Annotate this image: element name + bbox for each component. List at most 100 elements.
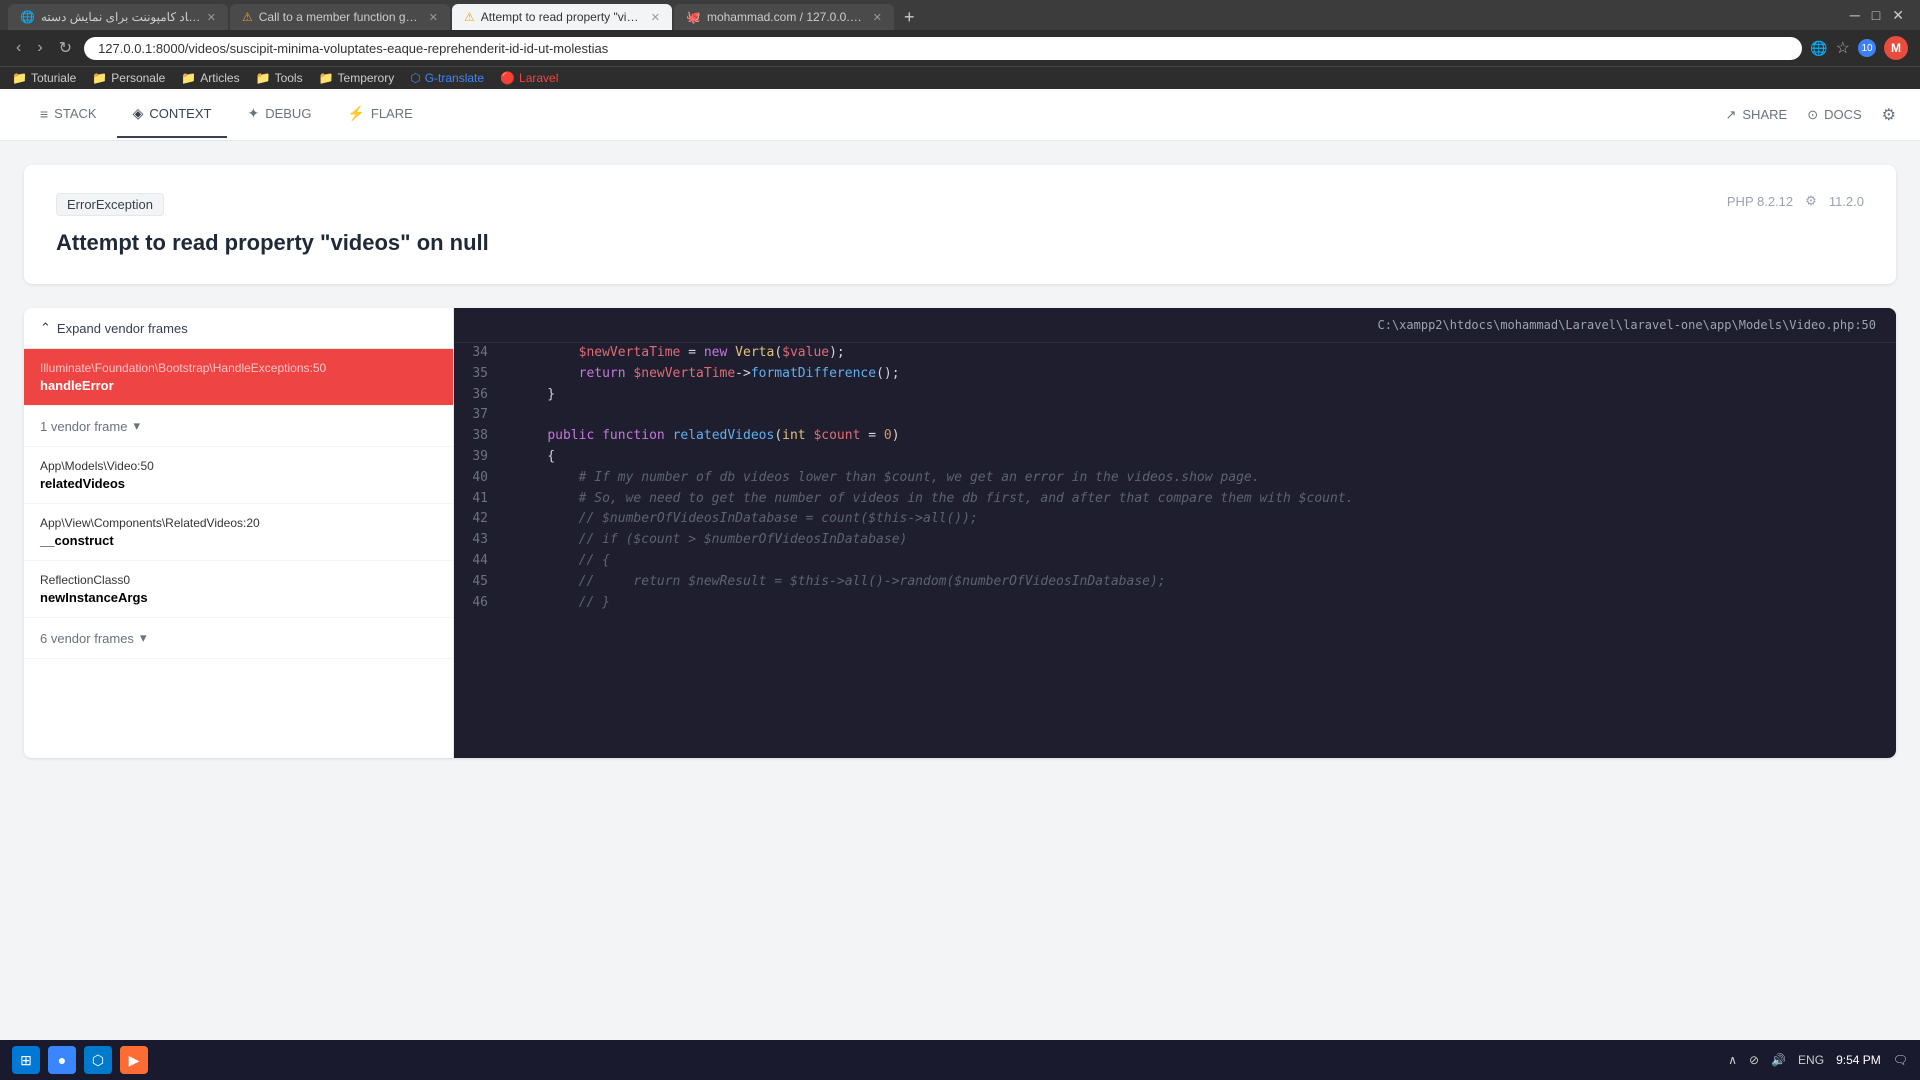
code-view: 34 $newVertaTime = new Verta($value); 35… [454,343,1896,613]
address-input[interactable] [84,37,1802,60]
nav-share-label: SHARE [1742,107,1787,122]
stack-item-4-path: App\View\Components\RelatedVideos:20 [40,516,437,530]
browser-tab-4[interactable]: 🐙 mohammad.com / 127.0.0.1 / la... ✕ [674,4,894,30]
code-line-35: 35 return $newVertaTime->formatDifferenc… [454,364,1896,385]
code-panel: C:\xampp2\htdocs\mohammad\Laravel\larave… [454,308,1896,758]
new-tab-button[interactable]: + [896,7,923,28]
laravel-version: 11.2.0 [1829,194,1864,209]
nav-flare-label: FLARE [371,106,413,121]
stack-item-3[interactable]: App\Models\Video:50 relatedVideos [24,447,453,504]
taskbar-notification-icon[interactable]: 🗨 [1893,1053,1908,1067]
bookmark-icon[interactable]: ☆ [1836,38,1850,58]
profile-icon[interactable]: M [1884,36,1908,60]
stack-item-1[interactable]: Illuminate\Foundation\Bootstrap\HandleEx… [24,349,453,406]
vendor-frames-2[interactable]: 6 vendor frames ▾ [24,618,453,659]
taskbar-network-icon[interactable]: ⊘ [1749,1053,1759,1067]
top-navigation: ≡ STACK ◈ CONTEXT ✦ DEBUG ⚡ FLARE ↗ SHAR… [0,89,1920,141]
chevron-up-icon: ⌃ [40,320,51,336]
taskbar: ⊞ ● ⬡ ▶ ∧ ⊘ 🔊 ENG 9:54 PM 🗨 [0,1040,1920,1080]
bookmark-temperory[interactable]: 📁 Temperory [319,71,395,85]
settings-icon[interactable]: ⚙ [1882,105,1896,125]
nav-items-right: ↗ SHARE ⊙ DOCS ⚙ [1725,105,1896,125]
forward-button[interactable]: › [33,37,46,59]
taskbar-chevron-icon[interactable]: ∧ [1728,1053,1737,1067]
minimize-button[interactable]: ─ [1850,7,1860,24]
play-icon: ▶ [129,1052,140,1069]
stack-item-5-path: ReflectionClass0 [40,573,437,587]
bookmark-personale[interactable]: 📁 Personale [92,71,165,85]
nav-share[interactable]: ↗ SHARE [1725,107,1787,123]
tab-1-close[interactable]: ✕ [207,11,216,24]
stack-item-1-method: handleError [40,378,437,393]
stack-panel: ⌃ Expand vendor frames Illuminate\Founda… [24,308,454,758]
stack-icon: ≡ [40,106,48,122]
bookmark-articles[interactable]: 📁 Articles [181,71,239,85]
line-num-34: 34 [454,343,504,364]
error-type-badge: ErrorException [56,193,164,216]
tab-2-favicon: ⚠ [242,10,253,24]
browser-tab-3[interactable]: ⚠ Attempt to read property "vide... ✕ [452,4,672,30]
tab-4-close[interactable]: ✕ [873,11,882,24]
docs-icon: ⊙ [1807,107,1818,123]
line-code-35: return $newVertaTime->formatDifference()… [504,364,1896,385]
taskbar-volume-icon[interactable]: 🔊 [1771,1053,1786,1067]
browser-tab-1[interactable]: 🌐 ایجاد کامپوننت برای نمایش دسته... ✕ [8,4,228,30]
vendor-frames-2-label: 6 vendor frames [40,631,134,646]
line-code-46: // } [504,593,1896,614]
stack-item-5[interactable]: ReflectionClass0 newInstanceArgs [24,561,453,618]
bookmark-toturiale[interactable]: 📁 Toturiale [12,71,76,85]
line-code-38: public function relatedVideos(int $count… [504,426,1896,447]
bookmark-tools[interactable]: 📁 Tools [256,71,303,85]
close-window-button[interactable]: ✕ [1892,7,1904,24]
line-code-42: // $numberOfVideosInDatabase = count($th… [504,509,1896,530]
tab-2-close[interactable]: ✕ [429,11,438,24]
bookmark-gtranslate[interactable]: ⬡ G-translate [410,71,484,85]
tab-3-close[interactable]: ✕ [651,11,660,24]
line-code-34: $newVertaTime = new Verta($value); [504,343,1896,364]
error-message: Attempt to read property "videos" on nul… [56,230,489,256]
vendor-frames-1[interactable]: 1 vendor frame ▾ [24,406,453,447]
taskbar-vscode-icon[interactable]: ⬡ [84,1046,112,1074]
taskbar-chrome-icon[interactable]: ● [48,1046,76,1074]
nav-context[interactable]: ◈ CONTEXT [117,91,228,138]
code-line-39: 39 { [454,447,1896,468]
line-num-35: 35 [454,364,504,385]
line-num-39: 39 [454,447,504,468]
line-num-44: 44 [454,551,504,572]
expand-vendor-label: Expand vendor frames [57,321,188,336]
taskbar-play-button[interactable]: ▶ [120,1046,148,1074]
tab-2-title: Call to a member function getH... [259,10,423,24]
browser-tab-2[interactable]: ⚠ Call to a member function getH... ✕ [230,4,450,30]
expand-vendor-button[interactable]: ⌃ Expand vendor frames [24,308,453,349]
maximize-button[interactable]: □ [1872,7,1880,24]
line-code-36: } [504,385,1896,406]
stack-item-4-method: __construct [40,533,437,548]
taskbar-lang: ENG [1798,1053,1824,1067]
chevron-down-icon-1: ▾ [133,418,140,434]
tab-4-favicon: 🐙 [686,10,701,24]
nav-stack[interactable]: ≡ STACK [24,91,113,138]
windows-icon: ⊞ [20,1052,32,1069]
chrome-icon: ● [58,1052,66,1068]
nav-debug[interactable]: ✦ DEBUG [231,91,327,138]
reload-button[interactable]: ↻ [55,36,76,60]
stack-item-4[interactable]: App\View\Components\RelatedVideos:20 __c… [24,504,453,561]
nav-debug-label: DEBUG [265,106,311,121]
code-line-43: 43 // if ($count > $numberOfVideosInData… [454,530,1896,551]
nav-flare[interactable]: ⚡ FLARE [331,91,428,138]
taskbar-left: ⊞ ● ⬡ ▶ [12,1046,148,1074]
back-button[interactable]: ‹ [12,37,25,59]
line-num-43: 43 [454,530,504,551]
line-code-39: { [504,447,1896,468]
code-line-34: 34 $newVertaTime = new Verta($value); [454,343,1896,364]
tab-3-favicon: ⚠ [464,10,475,24]
stack-item-3-path: App\Models\Video:50 [40,459,437,473]
file-path: C:\xampp2\htdocs\mohammad\Laravel\larave… [454,308,1896,343]
vendor-frames-1-label: 1 vendor frame [40,419,127,434]
windows-start-button[interactable]: ⊞ [12,1046,40,1074]
chevron-down-icon-2: ▾ [140,630,147,646]
bookmark-laravel[interactable]: 🔴 Laravel [500,71,558,85]
php-version: PHP 8.2.12 [1727,194,1793,209]
line-num-45: 45 [454,572,504,593]
nav-docs[interactable]: ⊙ DOCS [1807,107,1861,123]
